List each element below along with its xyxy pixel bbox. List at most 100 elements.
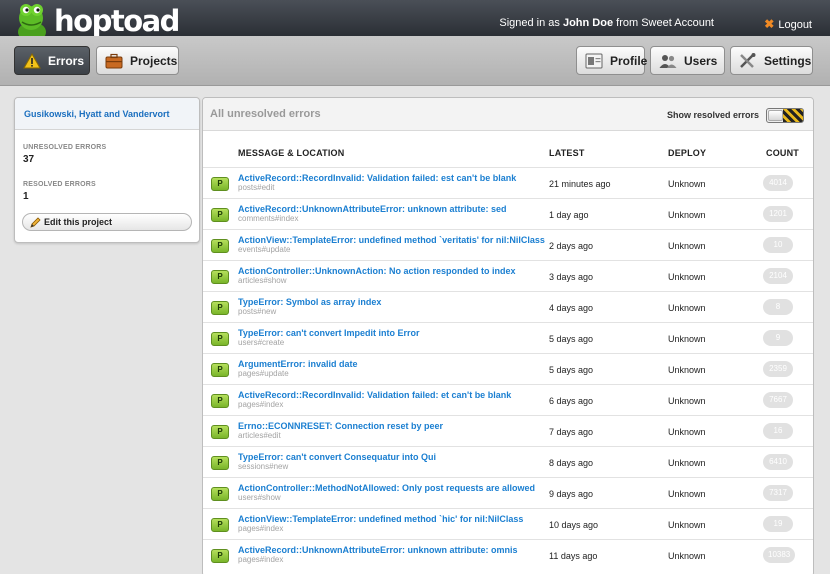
table-row[interactable]: P TypeError: Symbol as array index posts#n… [203, 291, 813, 322]
column-header-latest[interactable]: LATEST [549, 148, 585, 158]
edit-project-label: Edit this project [44, 217, 113, 227]
error-message-link[interactable]: ActiveRecord::UnknownAttributeError: unk… [238, 545, 518, 555]
table-row[interactable]: P ActionController::MethodNotAllowed: Onl… [203, 477, 813, 508]
priority-badge: P [211, 425, 229, 439]
deploy-status: Unknown [668, 334, 706, 344]
error-message-link[interactable]: TypeError: can't convert Impedit into Er… [238, 328, 420, 338]
user-name: John Doe [562, 17, 614, 29]
error-message-link[interactable]: ActionController::UnknownAction: No acti… [238, 266, 516, 276]
project-name-link[interactable]: Gusikowski, Hyatt and Vandervort [15, 98, 199, 130]
toggle-knob [768, 110, 783, 121]
error-location: users#create [238, 338, 285, 347]
profile-button[interactable]: Profile [576, 46, 647, 75]
latest-time: 1 day ago [549, 210, 589, 220]
error-message-link[interactable]: ActionView::TemplateError: undefined met… [238, 235, 545, 245]
profile-card-icon [585, 53, 603, 69]
table-row[interactable]: P TypeError: can't convert Impedit into E… [203, 322, 813, 353]
priority-badge: P [211, 177, 229, 191]
column-header-count[interactable]: COUNT [766, 148, 799, 158]
logout-label: Logout [778, 19, 812, 31]
latest-time: 6 days ago [549, 396, 594, 406]
latest-time: 5 days ago [549, 334, 594, 344]
error-count-badge: 10 [763, 237, 793, 253]
projects-tab-label: Projects [130, 53, 178, 68]
logout-link[interactable]: ✖ Logout [764, 17, 812, 31]
close-icon: ✖ [764, 17, 775, 31]
column-header-message[interactable]: MESSAGE & LOCATION [238, 148, 344, 158]
priority-badge: P [211, 549, 229, 563]
error-location: pages#index [238, 524, 284, 533]
table-row[interactable]: P ActionView::TemplateError: undefined me… [203, 508, 813, 539]
errors-panel: All unresolved errors Show resolved erro… [202, 97, 814, 574]
table-row[interactable]: P ActiveRecord::UnknownAttributeError: un… [203, 539, 813, 570]
table-row[interactable]: P ArgumentError: invalid date pages#update… [203, 353, 813, 384]
deploy-status: Unknown [668, 520, 706, 530]
toggle-stripes [783, 109, 803, 122]
error-message-link[interactable]: ArgumentError: invalid date [238, 359, 358, 369]
deploy-status: Unknown [668, 489, 706, 499]
logo-text: hoptoad [54, 4, 180, 38]
error-count-badge: 9 [763, 330, 793, 346]
error-count-badge: 16 [763, 423, 793, 439]
signed-in-info: Signed in as John Doe from Sweet Account [499, 17, 714, 29]
error-location: posts#new [238, 307, 277, 316]
error-count-badge: 7317 [763, 485, 793, 501]
projects-tab[interactable]: Projects [96, 46, 179, 75]
error-count-badge: 6410 [763, 454, 793, 470]
warning-icon [23, 52, 41, 69]
deploy-status: Unknown [668, 427, 706, 437]
table-row[interactable]: P ActionView::TemplateError: undefined me… [203, 229, 813, 260]
error-message-link[interactable]: ActiveRecord::UnknownAttributeError: unk… [238, 204, 507, 214]
latest-time: 11 days ago [549, 551, 598, 561]
error-message-link[interactable]: ActionController::MethodNotAllowed: Only… [238, 483, 535, 493]
errors-panel-header: All unresolved errors Show resolved erro… [203, 98, 813, 131]
show-resolved-toggle[interactable] [766, 108, 804, 123]
error-location: posts#edit [238, 183, 275, 192]
error-location: comments#index [238, 214, 299, 223]
table-row[interactable]: P Errno::ECONNRESET: Connection reset by … [203, 415, 813, 446]
column-header-deploy[interactable]: DEPLOY [668, 148, 706, 158]
error-count-badge: 2104 [763, 268, 793, 284]
error-message-link[interactable]: ActiveRecord::RecordInvalid: Validation … [238, 173, 516, 183]
error-location: articles#edit [238, 431, 281, 440]
error-location: articles#show [238, 276, 287, 285]
priority-badge: P [211, 208, 229, 222]
error-count-badge: 19 [763, 516, 793, 532]
deploy-status: Unknown [668, 210, 706, 220]
error-message-link[interactable]: TypeError: Symbol as array index [238, 297, 381, 307]
error-location: events#update [238, 245, 291, 254]
users-label: Users [684, 53, 718, 68]
error-location: pages#index [238, 555, 284, 564]
error-message-link[interactable]: Errno::ECONNRESET: Connection reset by p… [238, 421, 443, 431]
error-location: pages#update [238, 369, 289, 378]
error-location: sessions#new [238, 462, 289, 471]
settings-button[interactable]: Settings [730, 46, 813, 75]
project-sidebar: Gusikowski, Hyatt and Vandervort UNRESOL… [14, 97, 200, 243]
deploy-status: Unknown [668, 458, 706, 468]
deploy-status: Unknown [668, 365, 706, 375]
table-row[interactable]: P ActiveRecord::RecordInvalid: Validation… [203, 384, 813, 415]
edit-project-button[interactable]: Edit this project [22, 213, 192, 231]
error-message-link[interactable]: ActiveRecord::RecordInvalid: Validation … [238, 390, 511, 400]
pencil-icon [30, 217, 41, 228]
table-row[interactable]: P ActiveRecord::RecordInvalid: Validation… [203, 167, 813, 198]
top-bar: hoptoad Signed in as John Doe from Sweet… [0, 0, 830, 43]
priority-badge: P [211, 363, 229, 377]
deploy-status: Unknown [668, 179, 706, 189]
unresolved-errors-label: UNRESOLVED ERRORS [23, 144, 107, 151]
deploy-status: Unknown [668, 241, 706, 251]
error-message-link[interactable]: ActionView::TemplateError: undefined met… [238, 514, 523, 524]
priority-badge: P [211, 487, 229, 501]
priority-badge: P [211, 394, 229, 408]
errors-tab[interactable]: Errors [14, 46, 90, 75]
latest-time: 2 days ago [549, 241, 594, 251]
table-row[interactable]: P ActiveRecord::UnknownAttributeError: un… [203, 198, 813, 229]
error-message-link[interactable]: TypeError: can't convert Consequatur int… [238, 452, 436, 462]
table-row[interactable]: P ActionController::UnknownAction: No act… [203, 260, 813, 291]
priority-badge: P [211, 270, 229, 284]
error-location: users#show [238, 493, 281, 502]
table-row[interactable]: P TypeError: can't convert Consequatur in… [203, 446, 813, 477]
priority-badge: P [211, 456, 229, 470]
users-button[interactable]: Users [650, 46, 725, 75]
users-icon [659, 53, 677, 69]
